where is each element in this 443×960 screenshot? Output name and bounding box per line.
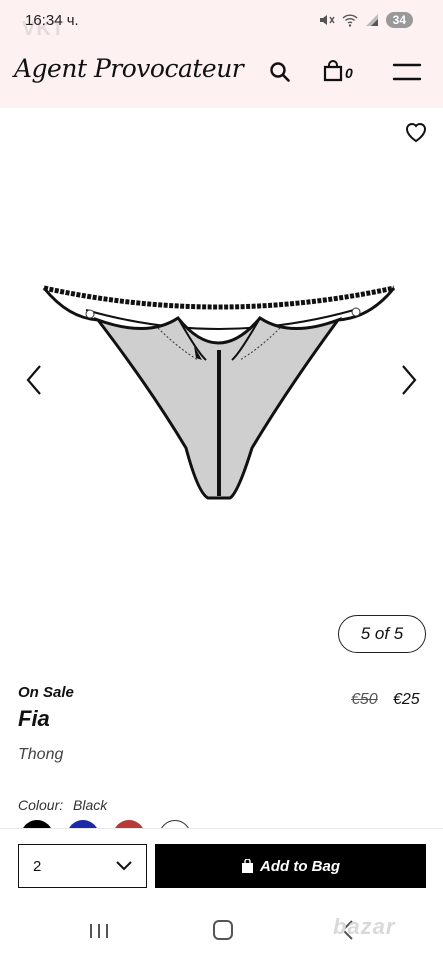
site-header: Agent Provocateur 0 — [0, 40, 443, 108]
product-image — [42, 285, 396, 500]
colour-row: Colour: Black — [18, 797, 113, 813]
home-button[interactable] — [213, 920, 233, 940]
system-nav-bar: bazar — [0, 902, 443, 960]
bag-count: 0 — [345, 65, 353, 81]
quantity-select[interactable]: 2 — [18, 844, 147, 888]
chevron-down-icon — [116, 861, 132, 871]
sale-label: On Sale — [18, 684, 74, 701]
sale-price: €25 — [393, 691, 420, 708]
quantity-value: 2 — [33, 857, 42, 875]
add-to-bag-label: Add to Bag — [260, 857, 340, 875]
original-price: €50 — [351, 691, 378, 708]
chevron-right-icon[interactable] — [395, 360, 423, 400]
colour-value: Black — [73, 797, 108, 813]
product-type: Thong — [18, 746, 64, 763]
product-gallery: 5 of 5 — [0, 108, 443, 673]
signal-icon — [365, 14, 378, 26]
colour-label: Colour: — [18, 797, 64, 813]
bag-icon — [242, 859, 253, 873]
menu-icon[interactable] — [392, 62, 422, 82]
brand-logo[interactable]: Agent Provocateur — [14, 54, 244, 83]
battery-indicator: 34 — [385, 12, 413, 28]
image-counter: 5 of 5 — [338, 615, 426, 653]
search-icon[interactable] — [268, 60, 292, 84]
purchase-bar: 2 Add to Bag — [0, 828, 443, 902]
status-icons: 34 — [319, 12, 413, 28]
bag-icon[interactable] — [322, 60, 344, 82]
recent-apps-icon[interactable] — [88, 922, 110, 940]
product-name: Fia — [18, 706, 50, 731]
status-bar: VKT 16:34 ч. 34 — [0, 0, 443, 40]
wifi-icon — [342, 14, 358, 27]
nav-watermark: bazar — [333, 914, 396, 939]
status-time: 16:34 ч. — [25, 12, 79, 29]
mute-icon — [319, 15, 335, 25]
add-to-bag-button[interactable]: Add to Bag — [155, 844, 426, 888]
heart-icon[interactable] — [403, 120, 429, 144]
